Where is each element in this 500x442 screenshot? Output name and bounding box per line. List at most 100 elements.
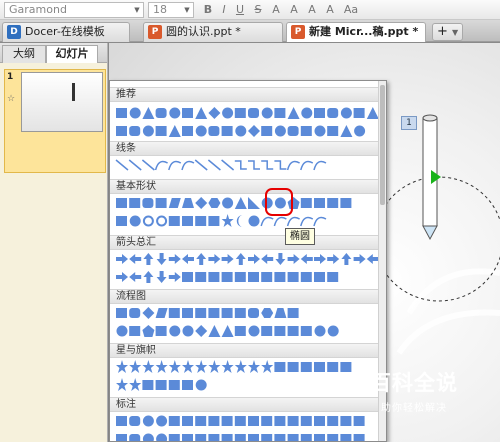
- shape-option[interactable]: [168, 360, 181, 373]
- shape-option[interactable]: [116, 198, 127, 208]
- slide-thumbnail[interactable]: [21, 72, 103, 132]
- shape-option[interactable]: [287, 434, 299, 442]
- shape-option[interactable]: [300, 272, 312, 282]
- shape-option[interactable]: [341, 253, 352, 265]
- change-case-button[interactable]: Aa: [342, 2, 360, 18]
- shape-option[interactable]: [208, 107, 221, 119]
- shape-option[interactable]: [116, 126, 127, 136]
- shape-option[interactable]: [208, 254, 221, 264]
- shape-option[interactable]: [222, 197, 234, 209]
- shape-option[interactable]: [208, 216, 220, 226]
- shape-option[interactable]: [261, 160, 274, 170]
- shape-option[interactable]: [248, 197, 260, 209]
- shape-option[interactable]: [354, 125, 366, 137]
- chevron-down-icon[interactable]: ▼: [181, 3, 193, 17]
- shape-option[interactable]: [129, 326, 141, 336]
- shape-option[interactable]: [195, 308, 207, 318]
- shape-option[interactable]: [261, 308, 274, 318]
- tab-docer[interactable]: D Docer-在线模板: [2, 22, 130, 42]
- shape-option[interactable]: [168, 216, 180, 226]
- shape-option[interactable]: [208, 272, 220, 282]
- shape-option[interactable]: [248, 416, 259, 426]
- shape-option[interactable]: [181, 160, 195, 171]
- shape-option[interactable]: [168, 125, 181, 137]
- shape-option[interactable]: [169, 107, 181, 119]
- shape-option[interactable]: [287, 416, 299, 426]
- shape-option[interactable]: [195, 216, 207, 226]
- shape-option[interactable]: [182, 216, 193, 226]
- shape-option[interactable]: [248, 434, 259, 442]
- shape-option[interactable]: [182, 308, 193, 318]
- shape-option[interactable]: [116, 108, 127, 118]
- shape-option[interactable]: [116, 378, 128, 391]
- shape-option[interactable]: [314, 325, 326, 337]
- font-size-select[interactable]: 18 ▼: [148, 2, 194, 18]
- shape-option[interactable]: [340, 125, 353, 137]
- chevron-down-icon[interactable]: ▼: [131, 3, 143, 17]
- shape-option[interactable]: [142, 360, 155, 373]
- shape-option[interactable]: [274, 362, 286, 372]
- shape-option[interactable]: [143, 271, 154, 283]
- tab-slides[interactable]: 幻灯片: [46, 45, 98, 63]
- shadow-button[interactable]: A: [288, 2, 300, 18]
- shape-option[interactable]: [155, 198, 167, 208]
- shape-option[interactable]: [115, 159, 129, 171]
- shape-option[interactable]: [208, 126, 220, 136]
- shape-option[interactable]: [156, 215, 168, 227]
- shape-option[interactable]: [129, 126, 141, 136]
- shape-option[interactable]: [116, 360, 128, 373]
- shape-option[interactable]: [314, 108, 325, 118]
- shape-option[interactable]: [314, 272, 325, 282]
- shape-option[interactable]: [194, 159, 208, 171]
- shape-option[interactable]: [340, 198, 352, 208]
- shape-option[interactable]: [234, 434, 246, 442]
- shape-option[interactable]: [287, 308, 299, 318]
- shape-option[interactable]: [353, 254, 366, 264]
- shape-option[interactable]: [195, 107, 208, 119]
- shape-option[interactable]: [169, 325, 181, 337]
- shape-option[interactable]: [168, 308, 180, 318]
- shape-option[interactable]: [155, 108, 167, 118]
- shape-option[interactable]: [314, 254, 326, 264]
- shape-option[interactable]: [129, 272, 142, 282]
- shape-option[interactable]: [314, 198, 325, 208]
- shape-option[interactable]: [327, 254, 340, 264]
- shape-option[interactable]: [221, 214, 234, 227]
- shape-option[interactable]: [261, 254, 274, 264]
- font-name-select[interactable]: Garamond ▼: [4, 2, 144, 18]
- shape-option[interactable]: [128, 159, 142, 171]
- shape-option[interactable]: [208, 198, 221, 208]
- shape-option[interactable]: [261, 416, 273, 426]
- shape-option[interactable]: [129, 416, 141, 426]
- shape-option[interactable]: [274, 416, 286, 426]
- shape-option[interactable]: [129, 215, 141, 227]
- shape-option[interactable]: [340, 434, 352, 442]
- shape-option[interactable]: [248, 254, 260, 264]
- shape-option[interactable]: [327, 362, 339, 372]
- shape-option[interactable]: [248, 160, 260, 170]
- shape-option[interactable]: [182, 380, 193, 390]
- shape-option[interactable]: [234, 160, 247, 170]
- shape-option[interactable]: [208, 360, 221, 373]
- shape-option[interactable]: [195, 197, 208, 209]
- shape-option[interactable]: [300, 198, 312, 208]
- shape-option[interactable]: [116, 272, 128, 282]
- shape-option[interactable]: [366, 254, 379, 264]
- shape-option[interactable]: [261, 107, 273, 119]
- shape-option[interactable]: [182, 198, 194, 208]
- shape-option[interactable]: [182, 126, 193, 136]
- shape-option[interactable]: [313, 160, 327, 171]
- shape-option[interactable]: [221, 159, 235, 171]
- shape-option[interactable]: [327, 416, 339, 426]
- shape-option[interactable]: [353, 108, 365, 118]
- shape-option[interactable]: [340, 362, 352, 372]
- tab-new-ppt[interactable]: P 新建 Micr...稿.ppt *: [286, 22, 426, 42]
- shape-option[interactable]: [300, 216, 314, 227]
- shape-option[interactable]: [116, 254, 128, 264]
- shape-option[interactable]: [129, 107, 141, 119]
- shape-option[interactable]: [182, 108, 193, 118]
- shape-option[interactable]: [221, 126, 233, 136]
- shape-option[interactable]: [234, 308, 246, 318]
- shape-option[interactable]: [314, 434, 325, 442]
- shrink-font-button[interactable]: A: [324, 2, 336, 18]
